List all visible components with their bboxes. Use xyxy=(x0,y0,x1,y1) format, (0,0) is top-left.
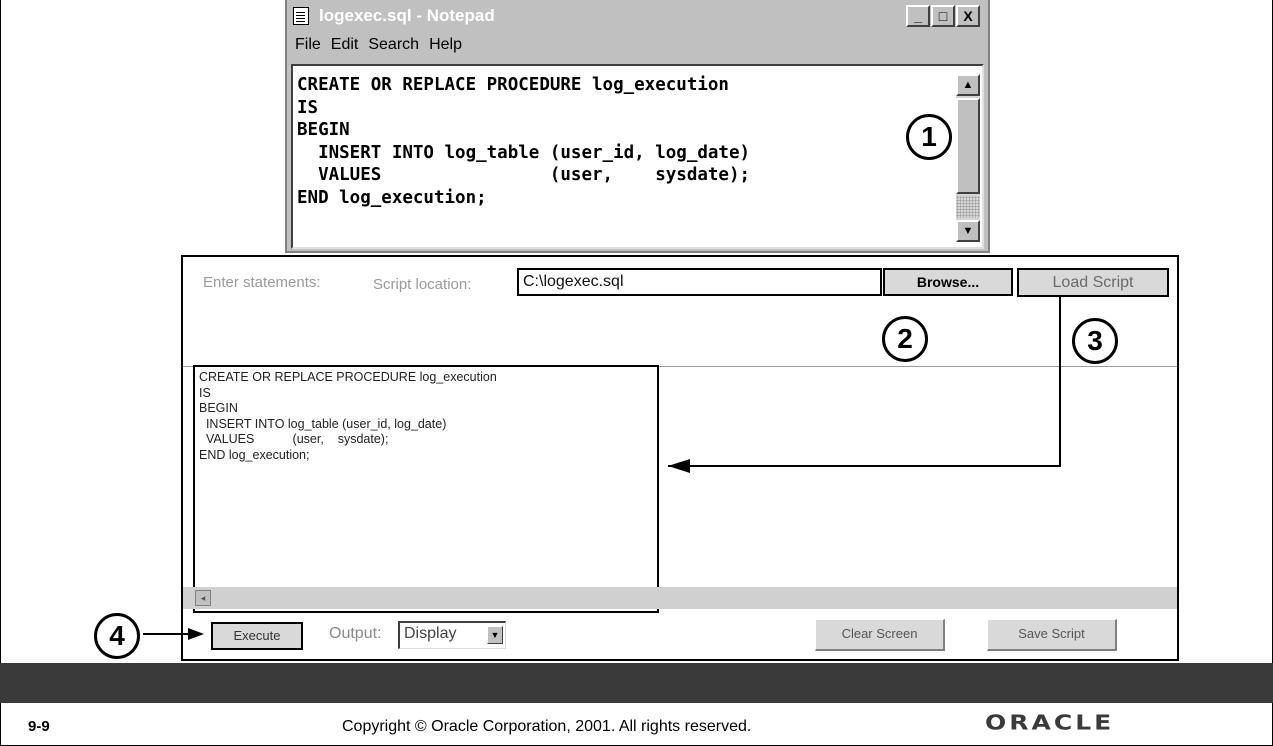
statement-text-area[interactable]: CREATE OR REPLACE PROCEDURE log_executio… xyxy=(193,365,659,613)
save-script-button[interactable]: Save Script xyxy=(987,619,1117,651)
scroll-thumb[interactable] xyxy=(956,98,980,194)
notepad-vertical-scrollbar[interactable]: ▲ ▼ xyxy=(956,74,980,242)
notepad-menu-bar: File Edit Search Help xyxy=(295,36,462,54)
notepad-title: logexec.sql - Notepad xyxy=(319,6,495,25)
copyright-text: Copyright © Oracle Corporation, 2001. Al… xyxy=(342,718,752,735)
notepad-code: CREATE OR REPLACE PROCEDURE log_executio… xyxy=(297,75,751,208)
script-location-label: Script location: xyxy=(373,276,472,293)
scroll-up-icon[interactable]: ▲ xyxy=(956,74,980,96)
oracle-logo: ORACLE xyxy=(985,710,1115,735)
execute-button[interactable]: Execute xyxy=(211,622,303,650)
page-number: 9-9 xyxy=(28,718,50,735)
menu-help[interactable]: Help xyxy=(429,36,462,54)
scroll-track xyxy=(956,196,980,218)
footer-bar xyxy=(0,663,1273,703)
output-select[interactable]: Display ▼ xyxy=(398,621,506,649)
isqlplus-panel: Enter statements: Script location: C:\lo… xyxy=(181,255,1179,661)
callout-2: 2 xyxy=(882,316,928,362)
maximize-button[interactable]: □ xyxy=(931,5,955,27)
scroll-left-icon[interactable]: ◂ xyxy=(195,590,211,606)
menu-search[interactable]: Search xyxy=(368,36,419,54)
enter-statements-label: Enter statements: xyxy=(203,274,321,291)
menu-edit[interactable]: Edit xyxy=(331,36,359,54)
menu-file[interactable]: File xyxy=(295,36,321,54)
notepad-title-bar[interactable]: logexec.sql - Notepad _ □ X xyxy=(287,0,988,32)
isqlplus-header: Enter statements: Script location: C:\lo… xyxy=(183,257,1177,367)
horizontal-scrollbar[interactable]: ◂ xyxy=(183,587,1177,609)
load-script-button[interactable]: Load Script xyxy=(1017,268,1169,297)
callout-1: 1 xyxy=(906,114,952,160)
close-button[interactable]: X xyxy=(956,5,980,27)
callout-4: 4 xyxy=(94,613,140,659)
callout-3: 3 xyxy=(1072,318,1118,364)
notepad-window: logexec.sql - Notepad _ □ X File Edit Se… xyxy=(285,0,990,253)
clear-screen-button[interactable]: Clear Screen xyxy=(815,619,945,651)
isqlplus-toolbar: Execute Output: Display ▼ Clear Screen S… xyxy=(183,613,1177,659)
output-label: Output: xyxy=(329,625,382,642)
minimize-button[interactable]: _ xyxy=(906,5,930,27)
output-select-value: Display xyxy=(404,625,457,642)
statement-code: CREATE OR REPLACE PROCEDURE log_executio… xyxy=(199,370,497,462)
browse-button[interactable]: Browse... xyxy=(883,268,1013,296)
chevron-down-icon[interactable]: ▼ xyxy=(487,626,503,644)
notepad-text-area[interactable]: CREATE OR REPLACE PROCEDURE log_executio… xyxy=(291,64,984,249)
scroll-down-icon[interactable]: ▼ xyxy=(956,220,980,242)
notepad-icon xyxy=(293,7,309,25)
script-location-input[interactable]: C:\logexec.sql xyxy=(517,268,882,296)
